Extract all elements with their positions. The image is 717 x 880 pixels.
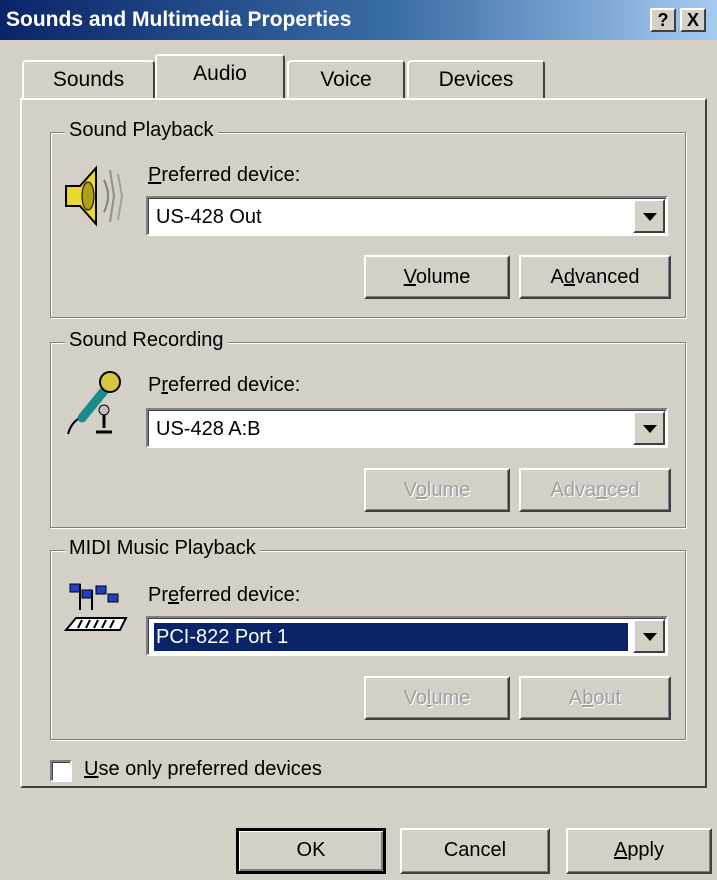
recording-device-select[interactable]: US-428 A:B [146, 408, 668, 448]
recording-volume-button[interactable]: Volume [364, 468, 510, 512]
midi-volume-button[interactable]: Volume [364, 676, 510, 720]
playback-device-value: US-428 Out [156, 206, 262, 228]
title-bar: Sounds and Multimedia Properties ? X [0, 0, 717, 40]
tab-sounds[interactable]: Sounds [22, 60, 155, 100]
midi-playback-legend: MIDI Music Playback [65, 537, 260, 560]
apply-button[interactable]: Apply [566, 828, 712, 874]
tab-voice[interactable]: Voice [287, 60, 405, 100]
midi-about-button[interactable]: About [519, 676, 671, 720]
playback-preferred-label: Preferred device: [148, 164, 301, 186]
chevron-down-icon[interactable] [633, 199, 665, 233]
recording-device-value: US-428 A:B [156, 418, 261, 440]
ok-button[interactable]: OK [236, 828, 386, 874]
cancel-button[interactable]: Cancel [400, 828, 550, 874]
tab-audio[interactable]: Audio [155, 54, 285, 98]
chevron-down-icon[interactable] [633, 619, 665, 653]
close-button[interactable]: X [680, 8, 706, 32]
microphone-icon [67, 371, 121, 435]
speaker-icon [65, 165, 124, 227]
midi-keyboard-icon [63, 583, 128, 631]
sound-playback-legend: Sound Playback [65, 119, 218, 142]
sound-recording-legend: Sound Recording [65, 329, 228, 352]
midi-preferred-label: Preferred device: [148, 584, 301, 606]
use-preferred-checkbox[interactable] [50, 760, 72, 782]
recording-advanced-button[interactable]: Advanced [519, 468, 671, 512]
midi-device-select[interactable]: PCI-822 Port 1 [146, 616, 668, 656]
chevron-down-icon[interactable] [633, 411, 665, 445]
window-title: Sounds and Multimedia Properties [6, 8, 352, 31]
playback-volume-button[interactable]: Volume [364, 255, 510, 299]
use-preferred-label[interactable]: Use only preferred devices [84, 758, 322, 781]
recording-preferred-label: Preferred device: [148, 374, 301, 396]
playback-advanced-button[interactable]: Advanced [519, 255, 671, 299]
help-button[interactable]: ? [650, 8, 676, 32]
playback-device-select[interactable]: US-428 Out [146, 196, 668, 236]
tab-devices[interactable]: Devices [407, 60, 545, 100]
midi-device-value: PCI-822 Port 1 [153, 622, 629, 652]
